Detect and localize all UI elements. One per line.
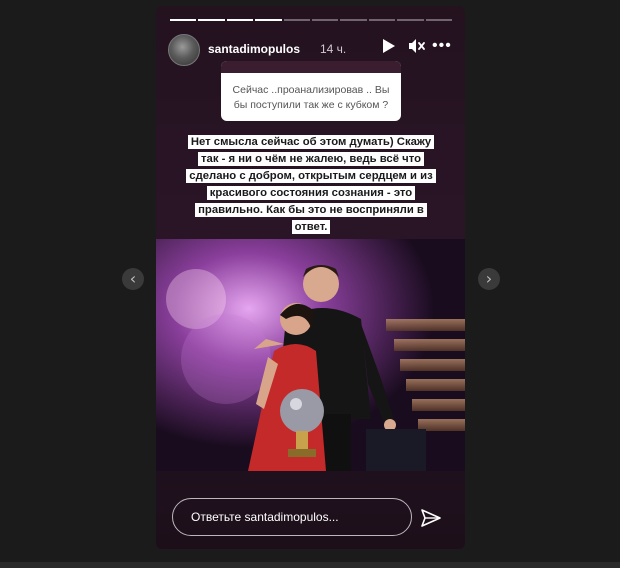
question-sticker: Сейчас ..проанализировав .. Вы бы поступ… bbox=[221, 61, 401, 121]
couple-with-trophy-image bbox=[156, 239, 465, 471]
progress-segment bbox=[198, 19, 225, 21]
question-text: Сейчас ..проанализировав .. Вы бы поступ… bbox=[232, 84, 390, 111]
progress-segment bbox=[255, 19, 282, 21]
send-icon[interactable] bbox=[420, 508, 442, 533]
progress-segment bbox=[340, 19, 367, 21]
reply-input[interactable]: Ответьте santadimopulos... bbox=[172, 498, 412, 536]
progress-segment bbox=[368, 19, 396, 21]
more-icon[interactable]: ••• bbox=[432, 37, 452, 55]
progress-segment bbox=[397, 19, 424, 21]
mute-icon[interactable] bbox=[408, 38, 426, 59]
story-photo bbox=[156, 239, 465, 471]
chevron-left-icon: ‹ bbox=[129, 269, 137, 288]
progress-segment bbox=[226, 19, 254, 21]
progress-segment bbox=[170, 19, 197, 21]
play-icon[interactable] bbox=[382, 38, 396, 59]
story-card: santadimopulos 14 ч. ••• Сейчас ..проана… bbox=[156, 6, 465, 549]
chevron-right-icon: › bbox=[485, 269, 493, 288]
answer-text: Нет смысла сейчас об этом думать) Скажу … bbox=[186, 135, 436, 234]
answer-text-block: Нет смысла сейчас об этом думать) Скажу … bbox=[180, 134, 442, 236]
story-viewer: ‹ › santadimopulos 14 ч. ••• Сейчас ..пр… bbox=[0, 0, 620, 568]
username-link[interactable]: santadimopulos bbox=[208, 42, 300, 56]
taskbar-strip bbox=[0, 562, 620, 568]
progress-segment bbox=[312, 19, 339, 21]
previous-story-button[interactable]: ‹ bbox=[122, 268, 144, 290]
story-footer: Ответьте santadimopulos... bbox=[156, 486, 465, 546]
progress-segment bbox=[283, 19, 311, 21]
avatar[interactable] bbox=[168, 34, 200, 66]
next-story-button[interactable]: › bbox=[478, 268, 500, 290]
post-time: 14 ч. bbox=[320, 42, 347, 56]
question-sticker-header bbox=[221, 61, 401, 73]
progress-segment bbox=[425, 19, 453, 21]
story-progress-bar bbox=[170, 19, 453, 22]
